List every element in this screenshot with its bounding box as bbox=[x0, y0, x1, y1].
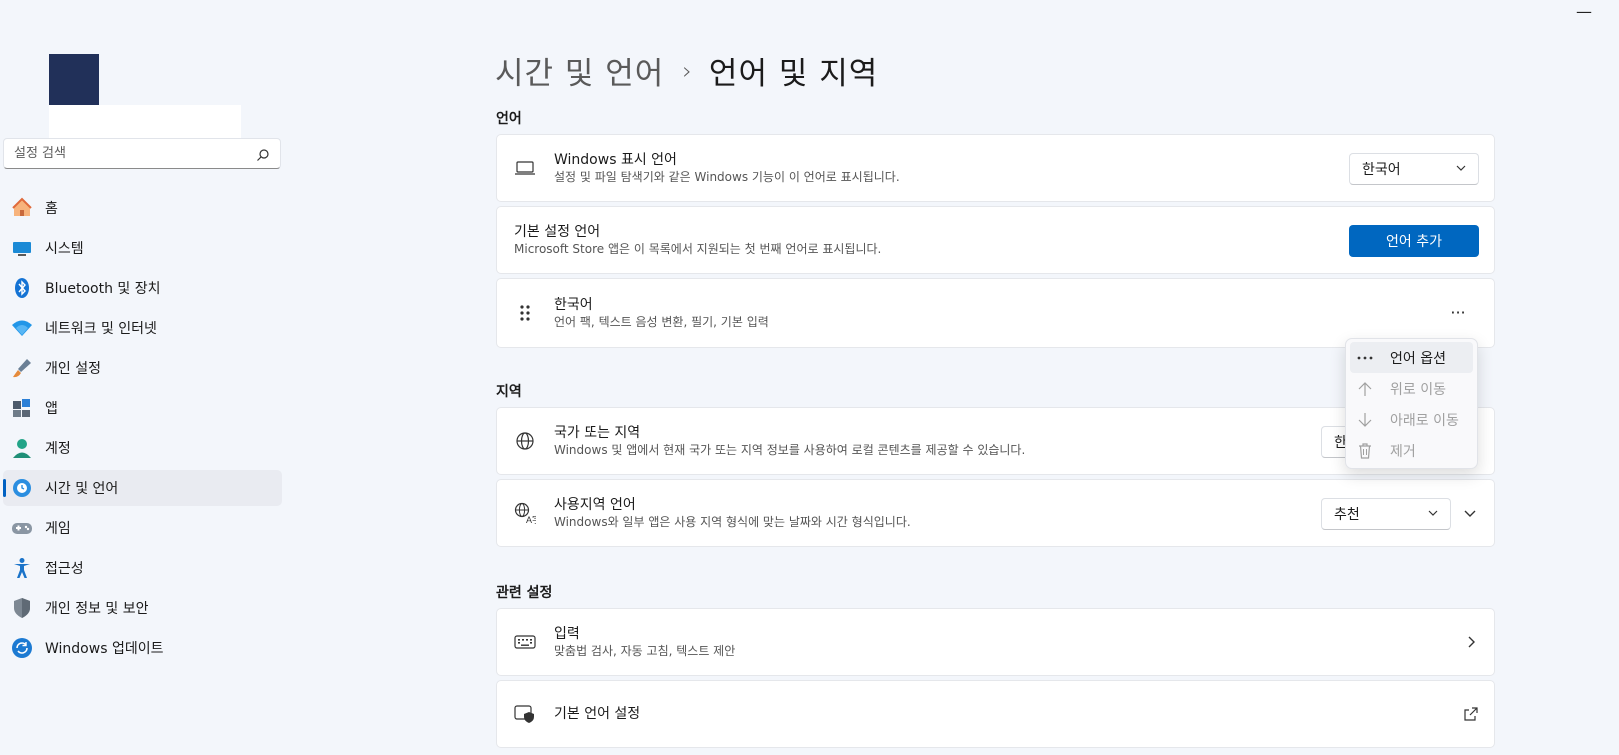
search-box[interactable] bbox=[3, 138, 281, 169]
arrow-up-icon bbox=[1356, 380, 1374, 398]
sidebar-item-label: Bluetooth 및 장치 bbox=[45, 281, 161, 297]
language-context-menu: 언어 옵션 위로 이동 아래로 이동 제거 bbox=[1345, 338, 1478, 469]
admin-language-title: 기본 언어 설정 bbox=[554, 706, 641, 722]
menu-remove[interactable]: 제거 bbox=[1350, 435, 1473, 466]
sidebar-item-accounts[interactable]: 계정 bbox=[3, 430, 282, 466]
sidebar-nav: 홈 시스템 Bluetooth 및 장치 네트워크 및 인터넷 개인 설정 앱 bbox=[3, 190, 282, 670]
external-link-icon[interactable] bbox=[1461, 704, 1481, 724]
update-icon bbox=[11, 637, 33, 659]
sidebar-item-label: 접근성 bbox=[45, 561, 84, 577]
menu-item-label: 위로 이동 bbox=[1390, 381, 1446, 398]
sidebar-item-label: 앱 bbox=[45, 401, 58, 417]
sidebar-item-label: 시스템 bbox=[45, 241, 84, 257]
display-language-card: Windows 표시 언어 설정 및 파일 탐색기와 같은 Windows 기능… bbox=[496, 134, 1495, 202]
sidebar-item-label: Windows 업데이트 bbox=[45, 641, 164, 657]
regional-format-icon: A字 bbox=[514, 502, 536, 524]
globe-icon bbox=[514, 430, 536, 452]
sidebar-item-home[interactable]: 홈 bbox=[3, 190, 282, 226]
preferred-language-card: 기본 설정 언어 Microsoft Store 앱은 이 목록에서 지원되는 … bbox=[496, 206, 1495, 274]
account-icon bbox=[11, 437, 33, 459]
sidebar-item-label: 게임 bbox=[45, 521, 71, 537]
menu-language-options[interactable]: 언어 옵션 bbox=[1350, 342, 1473, 373]
sidebar-item-bluetooth[interactable]: Bluetooth 및 장치 bbox=[3, 270, 282, 306]
admin-shield-icon bbox=[514, 703, 536, 725]
shield-icon bbox=[11, 597, 33, 619]
sidebar-item-label: 계정 bbox=[45, 441, 71, 457]
chevron-down-icon bbox=[1456, 161, 1466, 177]
menu-item-label: 언어 옵션 bbox=[1390, 350, 1446, 367]
time-language-icon bbox=[11, 477, 33, 499]
sidebar-item-label: 홈 bbox=[45, 201, 58, 217]
sidebar-item-time-language[interactable]: 시간 및 언어 bbox=[3, 470, 282, 506]
keyboard-icon bbox=[514, 631, 536, 653]
expand-chevron-icon[interactable] bbox=[1460, 504, 1480, 524]
arrow-down-icon bbox=[1356, 411, 1374, 429]
dropdown-value: 한국어 bbox=[1362, 162, 1401, 178]
wifi-icon bbox=[11, 317, 33, 339]
sidebar-item-gaming[interactable]: 게임 bbox=[3, 510, 282, 546]
admin-language-card[interactable]: 기본 언어 설정 bbox=[496, 680, 1495, 748]
sidebar-item-system[interactable]: 시스템 bbox=[3, 230, 282, 266]
typing-card[interactable]: 입력 맞춤법 검사, 자동 고침, 텍스트 제안 bbox=[496, 608, 1495, 676]
laptop-icon bbox=[514, 157, 536, 179]
sidebar-item-personalization[interactable]: 개인 설정 bbox=[3, 350, 282, 386]
sidebar-item-privacy[interactable]: 개인 정보 및 보안 bbox=[3, 590, 282, 626]
typing-desc: 맞춤법 검사, 자동 고침, 텍스트 제안 bbox=[554, 644, 736, 658]
chevron-right-icon[interactable] bbox=[1461, 632, 1481, 652]
menu-move-down[interactable]: 아래로 이동 bbox=[1350, 404, 1473, 435]
korean-language-title: 한국어 bbox=[554, 297, 593, 313]
more-icon bbox=[1356, 349, 1374, 367]
sidebar-item-windows-update[interactable]: Windows 업데이트 bbox=[3, 630, 282, 666]
chevron-down-icon bbox=[1428, 506, 1438, 522]
add-language-button[interactable]: 언어 추가 bbox=[1349, 225, 1479, 257]
gamepad-icon bbox=[11, 517, 33, 539]
trash-icon bbox=[1356, 442, 1374, 460]
sidebar-item-apps[interactable]: 앱 bbox=[3, 390, 282, 426]
display-language-dropdown[interactable]: 한국어 bbox=[1349, 153, 1479, 185]
menu-item-label: 제거 bbox=[1390, 443, 1416, 460]
menu-move-up[interactable]: 위로 이동 bbox=[1350, 373, 1473, 404]
drag-handle-icon[interactable] bbox=[514, 302, 536, 324]
accessibility-icon bbox=[11, 557, 33, 579]
bluetooth-icon bbox=[11, 277, 33, 299]
home-icon bbox=[11, 197, 33, 219]
preferred-language-desc: Microsoft Store 앱은 이 목록에서 지원되는 첫 번째 언어로 … bbox=[514, 242, 882, 256]
section-language-title: 언어 bbox=[496, 111, 522, 127]
minimize-button[interactable]: — bbox=[1569, 0, 1599, 22]
svg-text:A字: A字 bbox=[526, 514, 536, 524]
breadcrumb-separator: › bbox=[682, 56, 693, 85]
korean-language-card[interactable]: 한국어 언어 팩, 텍스트 음성 변환, 필기, 기본 입력 bbox=[496, 278, 1495, 348]
search-input[interactable] bbox=[14, 146, 256, 161]
korean-language-desc: 언어 팩, 텍스트 음성 변환, 필기, 기본 입력 bbox=[554, 315, 769, 329]
sidebar-item-label: 시간 및 언어 bbox=[45, 481, 119, 497]
dropdown-value: 추천 bbox=[1334, 507, 1360, 523]
menu-item-label: 아래로 이동 bbox=[1390, 412, 1459, 429]
sidebar-item-network[interactable]: 네트워크 및 인터넷 bbox=[3, 310, 282, 346]
regional-format-dropdown[interactable]: 추천 bbox=[1321, 498, 1451, 530]
search-icon[interactable] bbox=[256, 147, 270, 161]
typing-title: 입력 bbox=[554, 626, 580, 642]
sidebar-item-label: 개인 설정 bbox=[45, 361, 101, 377]
brush-icon bbox=[11, 357, 33, 379]
account-info-block bbox=[49, 105, 241, 139]
breadcrumb-parent[interactable]: 시간 및 언어 bbox=[495, 48, 664, 93]
system-icon bbox=[11, 237, 33, 259]
section-region-title: 지역 bbox=[496, 384, 522, 400]
preferred-language-title: 기본 설정 언어 bbox=[514, 224, 601, 240]
sidebar-item-label: 네트워크 및 인터넷 bbox=[45, 321, 157, 337]
page-title: 언어 및 지역 bbox=[708, 56, 879, 92]
section-related-title: 관련 설정 bbox=[496, 585, 553, 601]
sidebar-item-accessibility[interactable]: 접근성 bbox=[3, 550, 282, 586]
apps-icon bbox=[11, 397, 33, 419]
more-options-button[interactable]: ··· bbox=[1443, 297, 1473, 327]
breadcrumb: 시간 및 언어 › 언어 및 지역 bbox=[495, 48, 878, 93]
avatar bbox=[49, 54, 99, 105]
sidebar-item-label: 개인 정보 및 보안 bbox=[45, 601, 149, 617]
